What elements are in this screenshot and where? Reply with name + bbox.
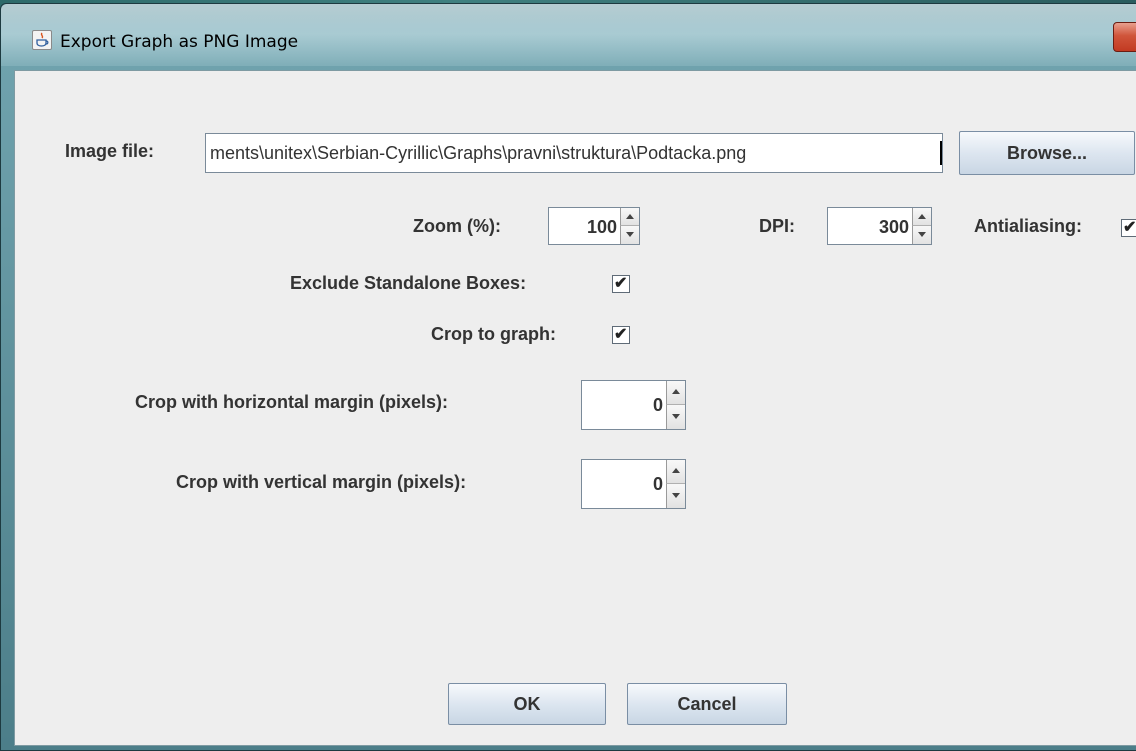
dpi-increment-button[interactable] <box>912 208 931 226</box>
horizontal-margin-value: 0 <box>652 395 663 415</box>
vertical-margin-spinner[interactable]: 0 <box>581 459 686 509</box>
arrow-down-icon <box>626 232 634 237</box>
browse-button[interactable]: Browse... <box>959 131 1135 175</box>
zoom-increment-button[interactable] <box>620 208 639 226</box>
vertical-margin-value: 0 <box>652 474 663 494</box>
checkmark-icon: ✔ <box>614 275 628 292</box>
arrow-up-icon <box>672 389 680 394</box>
horizontal-margin-label: Crop with horizontal margin (pixels): <box>135 392 449 412</box>
zoom-label: Zoom (%): <box>413 216 501 236</box>
arrow-up-icon <box>626 214 634 219</box>
image-file-label: Image file: <box>65 141 155 161</box>
antialiasing-checkbox[interactable]: ✔ <box>1121 219 1136 237</box>
zoom-value: 100 <box>586 217 617 237</box>
arrow-up-icon <box>918 214 926 219</box>
text-caret <box>940 141 942 165</box>
arrow-down-icon <box>672 493 680 498</box>
antialiasing-label: Antialiasing: <box>974 216 1083 236</box>
vertical-margin-decrement-button[interactable] <box>666 484 685 508</box>
export-dialog-window: Export Graph as PNG Image Image file: me… <box>0 3 1136 751</box>
image-file-input[interactable]: ments\unitex\Serbian-Cyrillic\Graphs\pra… <box>205 133 943 173</box>
cancel-button[interactable]: Cancel <box>627 683 787 725</box>
exclude-standalone-checkbox[interactable]: ✔ <box>612 275 630 293</box>
zoom-spinner[interactable]: 100 <box>548 207 640 245</box>
vertical-margin-increment-button[interactable] <box>666 460 685 484</box>
dpi-decrement-button[interactable] <box>912 226 931 244</box>
arrow-down-icon <box>918 232 926 237</box>
dpi-value: 300 <box>878 217 909 237</box>
title-bar[interactable]: Export Graph as PNG Image <box>1 4 1136 66</box>
horizontal-margin-increment-button[interactable] <box>666 381 685 405</box>
window-title: Export Graph as PNG Image <box>60 32 299 52</box>
ok-button[interactable]: OK <box>448 683 606 725</box>
java-cup-icon <box>32 30 52 50</box>
arrow-up-icon <box>672 468 680 473</box>
crop-to-graph-label: Crop to graph: <box>431 324 556 344</box>
horizontal-margin-spinner[interactable]: 0 <box>581 380 686 430</box>
dpi-label: DPI: <box>759 216 795 236</box>
arrow-down-icon <box>672 414 680 419</box>
crop-to-graph-checkbox[interactable]: ✔ <box>612 326 630 344</box>
exclude-standalone-label: Exclude Standalone Boxes: <box>290 273 527 293</box>
dpi-spinner[interactable]: 300 <box>827 207 932 245</box>
zoom-decrement-button[interactable] <box>620 226 639 244</box>
close-window-button[interactable] <box>1113 22 1136 52</box>
checkmark-icon: ✔ <box>1123 219 1136 236</box>
vertical-margin-label: Crop with vertical margin (pixels): <box>176 472 467 492</box>
dialog-content: Image file: ments\unitex\Serbian-Cyrilli… <box>14 70 1136 746</box>
horizontal-margin-decrement-button[interactable] <box>666 405 685 429</box>
checkmark-icon: ✔ <box>614 326 628 343</box>
